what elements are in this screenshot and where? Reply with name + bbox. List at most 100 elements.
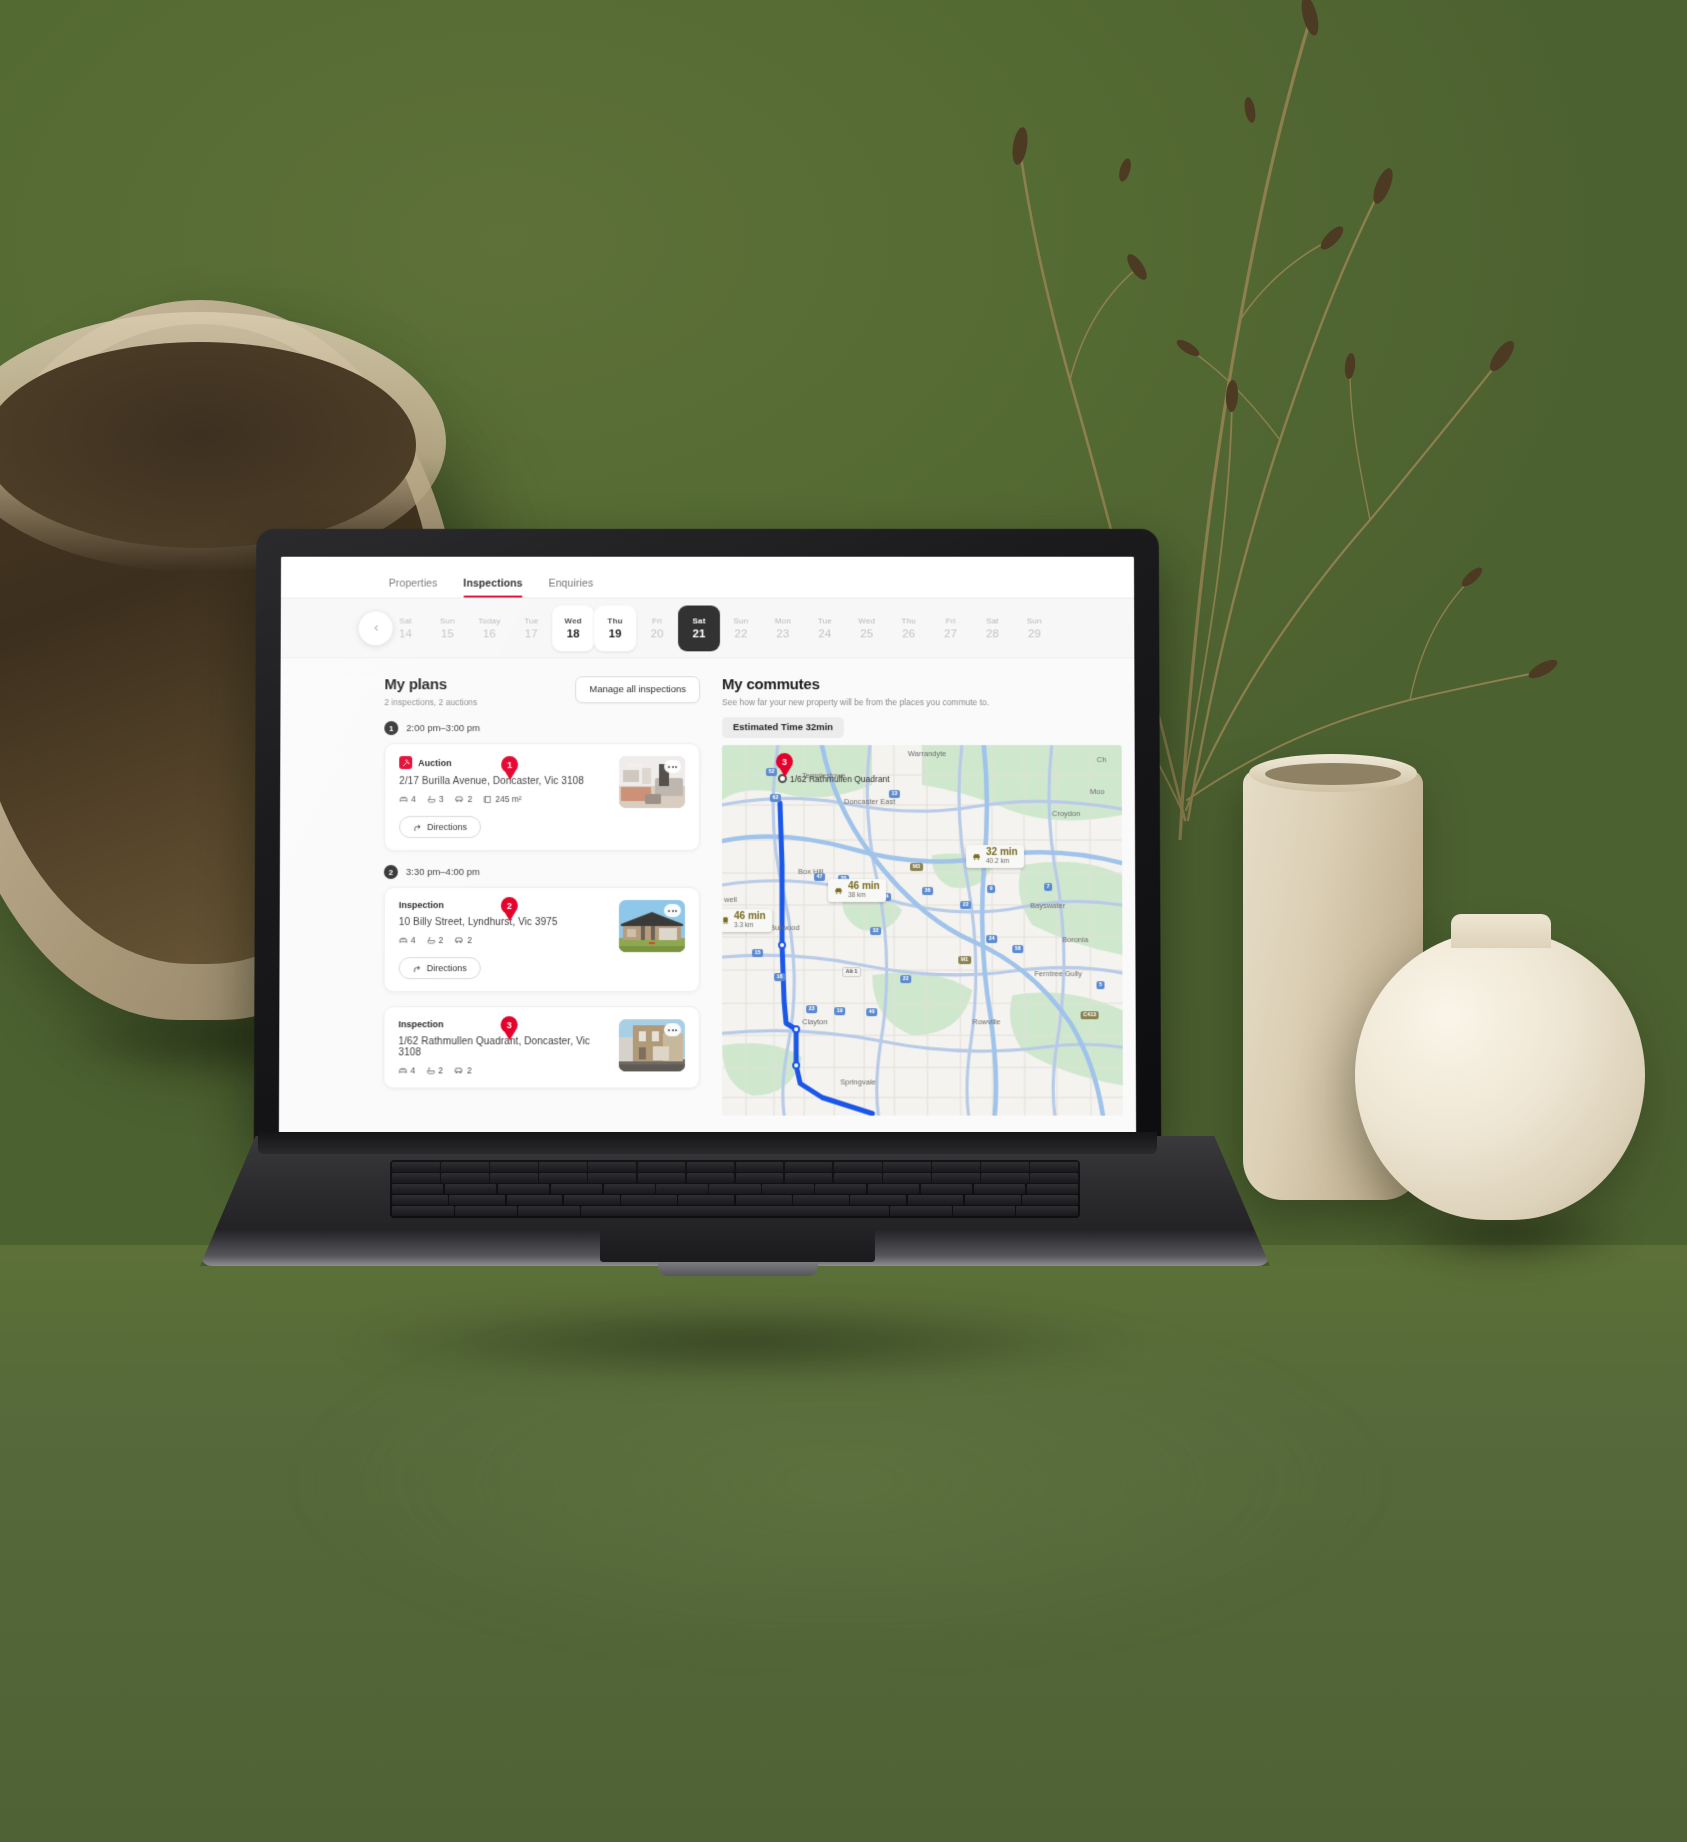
area-icon [484,795,491,803]
tab-properties[interactable]: Properties [389,578,438,598]
round-vase [1355,914,1645,1220]
directions-button-2[interactable]: Directions [398,957,481,980]
day-num: 27 [944,627,957,640]
manage-all-inspections-button[interactable]: Manage all inspections [575,676,701,704]
card-features: 4 2 2 [398,1065,608,1075]
card-type-label: Inspection [398,1019,444,1030]
bath-icon [427,795,436,803]
day-num: 21 [692,627,706,640]
date-prev-button[interactable] [358,610,393,645]
slot-time: 3:30 pm–4:00 pm [405,866,480,878]
day-17[interactable]: Tue 17 [510,605,552,651]
car-icon [973,854,980,860]
place-label-moo: Moo [1089,787,1105,797]
day-21-selected[interactable]: Sat 21 [678,605,720,651]
route-shield-m3: M3 [910,863,923,872]
day-25[interactable]: Wed 25 [846,605,888,651]
laptop-shadow [150,1282,1330,1402]
day-23[interactable]: Mon 23 [762,605,804,651]
card-type-label: Inspection [398,900,444,911]
map-pin-3: 3 [500,1016,518,1041]
time-slot-1: 1 2:00 pm–3:00 pm [384,721,700,736]
route-shield-c413: C413 [1080,1011,1099,1020]
commutes-column: My commutes See how far your new propert… [721,676,1124,1116]
chip-time: 46 min [734,911,766,923]
chip-distance: 38 km [848,891,866,899]
property-card-1[interactable]: 1 Auction 2/17 Burilla Avenue, Doncaster… [383,743,701,851]
place-label-ch: Ch [1096,755,1107,765]
route-shield-13: 13 [888,790,901,799]
commute-map[interactable]: 3 1/62 Rathmullen Quadrant Warrandyte Te… [721,745,1124,1116]
day-22[interactable]: Sun 22 [720,605,762,651]
day-dow: Fri [945,615,956,625]
directions-button-1[interactable]: Directions [398,816,482,838]
laptop-keyboard [390,1160,1080,1218]
day-num: 14 [399,627,412,640]
card-menu-button-1[interactable] [664,760,682,774]
auction-gavel-icon [399,756,413,770]
property-thumbnail-1[interactable] [619,756,686,809]
feature-value: 2 [438,935,444,946]
origin-map-pin: 3 [775,753,793,778]
day-27[interactable]: Fri 27 [930,605,972,651]
route-shield-24: 24 [986,935,998,944]
day-28[interactable]: Sat 28 [971,605,1013,651]
feature-bed: 4 [398,1065,415,1075]
feature-value: 2 [467,935,472,946]
day-19[interactable]: Thu 19 [594,605,637,651]
day-num: 22 [734,627,748,640]
property-thumbnail-2[interactable] [618,900,685,953]
commute-time-chip-1[interactable]: 32 min 40.2 km [966,844,1024,869]
day-dow: Today [478,615,501,625]
route-shield-18: 18 [774,973,786,982]
day-24[interactable]: Tue 24 [804,605,846,651]
plans-subtitle: 2 inspections, 2 auctions [384,697,478,708]
day-29[interactable]: Sun 29 [1013,605,1055,651]
route-shield-36: 36 [922,887,934,896]
property-thumbnail-3[interactable] [618,1019,685,1072]
day-18[interactable]: Wed 18 [552,605,595,651]
day-20[interactable]: Fri 20 [636,605,678,651]
day-dow: Sun [440,615,455,625]
route-shield-15: 15 [752,949,764,958]
card-menu-button-3[interactable] [663,1023,681,1037]
commute-time-chip-3[interactable]: 46 min 3.3 km [721,909,772,933]
car-icon [454,1065,464,1075]
day-26[interactable]: Thu 26 [888,605,930,651]
estimated-time-badge: Estimated Time 32min [721,717,845,739]
day-num: 26 [902,627,916,640]
place-label-bayswater: Bayswater [1030,901,1066,911]
property-card-2[interactable]: 2 Inspection 10 Billy Street, Lyndhurst,… [383,887,700,993]
transit-icon [722,916,728,924]
day-dow: Sat [986,615,999,625]
slot-number: 1 [384,721,399,736]
route-shield-7: 7 [1044,883,1053,892]
directions-arrow-icon [414,824,421,831]
day-16-today[interactable]: Today 16 [468,605,510,651]
tab-enquiries[interactable]: Enquiries [549,578,594,598]
property-card-3[interactable]: 3 Inspection 1/62 Rathmullen Quadrant, D… [383,1006,700,1089]
feature-area: 245 m² [483,794,522,804]
tab-inspections[interactable]: Inspections [463,578,522,598]
slot-number: 2 [383,865,398,880]
bath-icon [426,1066,435,1075]
laptop-screen: Properties Inspections Enquiries Sat 14 … [278,556,1137,1143]
feature-value: 3 [438,794,444,805]
day-dow: Mon [774,615,791,625]
feature-car: 2 [454,935,472,945]
app-viewport: Properties Inspections Enquiries Sat 14 … [278,556,1137,1143]
laptop-hinge [258,1132,1157,1154]
commutes-subtitle: See how far your new property will be fr… [721,697,990,708]
commute-time-chip-2[interactable]: 46 min 38 km [828,879,886,903]
time-slot-2: 2 3:30 pm–4:00 pm [383,865,700,880]
card-menu-button-2[interactable] [663,904,681,918]
day-num: 28 [986,627,999,640]
feature-value: 4 [411,794,416,805]
map-pin-1: 1 [501,756,519,781]
day-dow: Sat [692,615,706,625]
laptop-latch-notch [658,1262,818,1276]
day-15[interactable]: Sun 15 [426,605,468,651]
chip-distance: 3.3 km [734,921,754,929]
date-strip: Sat 14 Sun 15 Today 16 Tue 17 Wed 18 Thu… [280,598,1135,659]
feature-value: 2 [467,794,473,805]
